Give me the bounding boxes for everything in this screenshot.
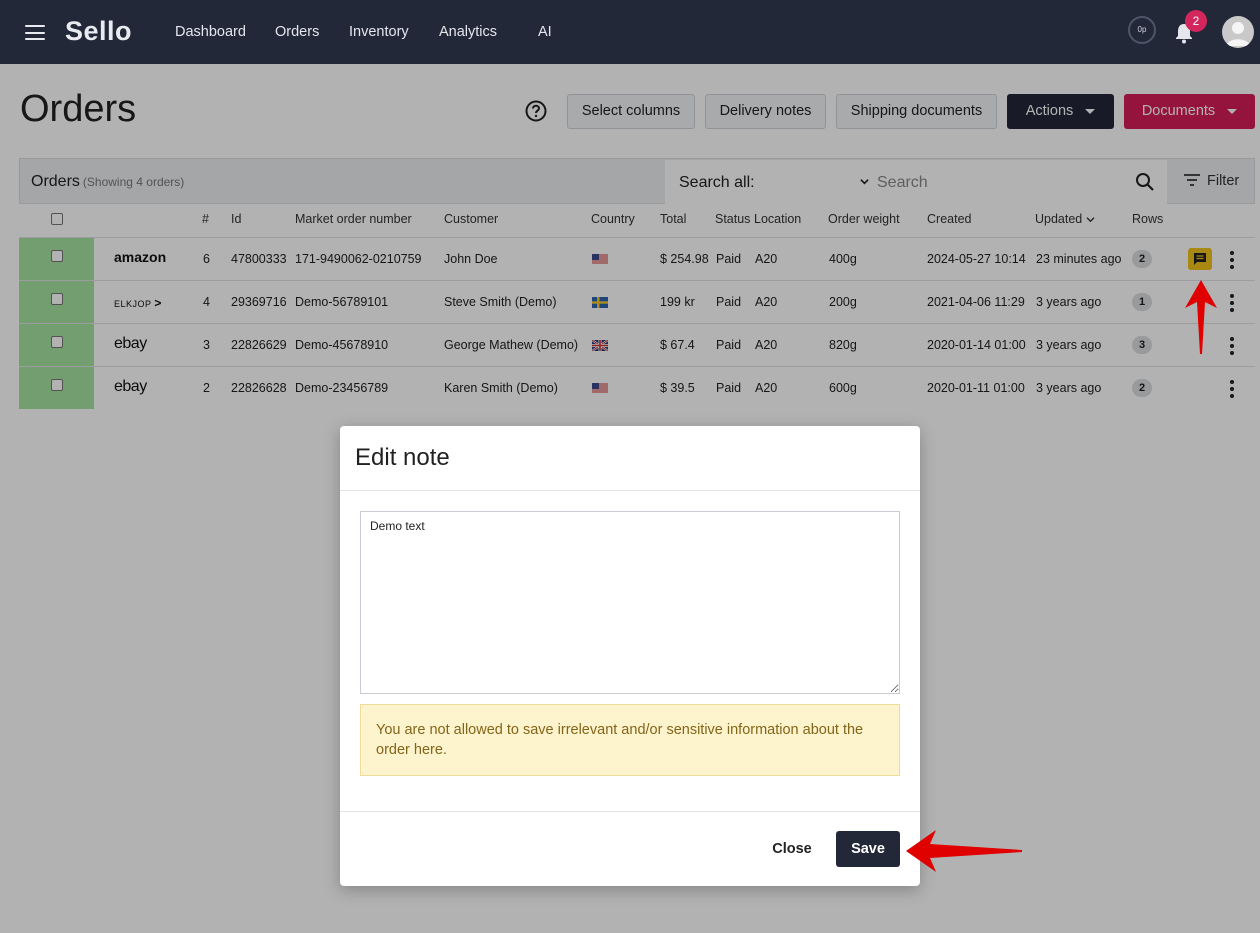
top-navbar: Sello Dashboard Orders Inventory Analyti…: [0, 0, 1260, 64]
nav-analytics[interactable]: Analytics: [439, 24, 497, 40]
divider: [340, 490, 920, 491]
note-textarea[interactable]: Demo text: [360, 511, 900, 694]
nav-dashboard[interactable]: Dashboard: [175, 24, 246, 40]
divider: [340, 811, 920, 812]
annotation-arrow-icon: [1185, 280, 1217, 354]
warning-alert: You are not allowed to save irrelevant a…: [360, 704, 900, 776]
app-logo[interactable]: Sello: [65, 16, 132, 47]
dialog-title: Edit note: [355, 444, 450, 471]
nav-inventory[interactable]: Inventory: [349, 24, 409, 40]
nav-ai[interactable]: AI: [538, 24, 552, 40]
notification-badge: 2: [1185, 10, 1207, 32]
edit-note-dialog: Edit note Demo text You are not allowed …: [340, 426, 920, 886]
save-button[interactable]: Save: [836, 831, 900, 867]
annotation-arrow-icon: [906, 830, 1022, 872]
nav-orders[interactable]: Orders: [275, 24, 319, 40]
user-avatar[interactable]: [1222, 16, 1254, 48]
menu-icon[interactable]: [25, 25, 45, 40]
progress-ring-icon[interactable]: 0p: [1128, 16, 1156, 44]
close-button[interactable]: Close: [762, 831, 822, 867]
user-avatar-icon: [1226, 22, 1250, 46]
